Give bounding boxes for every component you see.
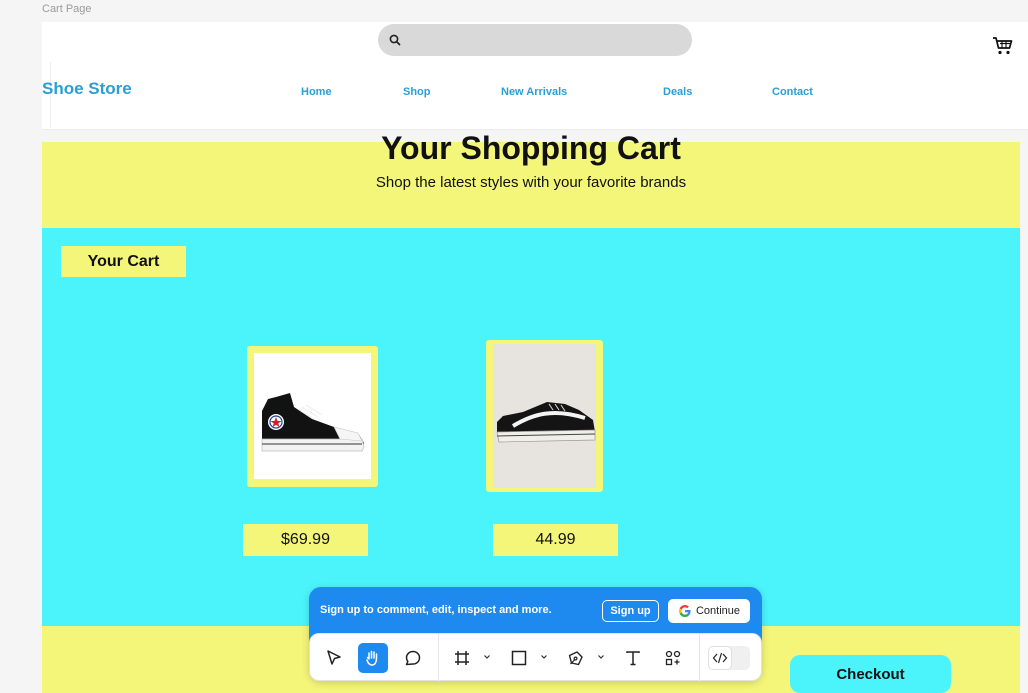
cart-heading: Your Cart: [61, 246, 186, 277]
nav-home[interactable]: Home: [301, 86, 332, 98]
pen-tool[interactable]: [561, 643, 591, 673]
hero-banner: Your Shopping Cart Shop the latest style…: [42, 130, 1020, 228]
text-tool[interactable]: [618, 643, 648, 673]
search-input[interactable]: [378, 24, 692, 56]
continue-label: Continue: [695, 605, 741, 617]
comment-icon: [405, 650, 421, 666]
comment-tool[interactable]: [398, 643, 428, 673]
frame-tool[interactable]: [447, 643, 477, 673]
nav-new-arrivals[interactable]: New Arrivals: [501, 86, 567, 98]
frame-label: Cart Page: [42, 3, 92, 15]
page-title: Your Shopping Cart: [381, 130, 681, 166]
rectangle-tool[interactable]: [504, 643, 534, 673]
tool-bar: [309, 633, 762, 682]
chevron-down-icon[interactable]: [540, 653, 548, 661]
nav-contact[interactable]: Contact: [772, 86, 813, 98]
components-icon: [665, 650, 681, 666]
item-price: $69.99: [243, 524, 368, 556]
brand-logo[interactable]: Shoe Store: [42, 79, 132, 99]
google-continue-button[interactable]: Continue: [668, 599, 750, 623]
google-icon: [678, 605, 691, 617]
dev-mode-toggle[interactable]: [708, 646, 750, 670]
divider: [438, 634, 439, 682]
components-tool[interactable]: [658, 643, 688, 673]
viewer-toolbar: Sign up to comment, edit, inspect and mo…: [309, 587, 762, 682]
checkout-button[interactable]: Checkout: [790, 655, 951, 693]
frame-icon: [455, 651, 469, 665]
item-price: 44.99: [493, 524, 618, 556]
hand-icon: [366, 650, 378, 666]
hand-tool[interactable]: [358, 643, 388, 673]
move-icon: [327, 650, 341, 665]
signup-button[interactable]: Sign up: [602, 600, 659, 622]
move-tool[interactable]: [319, 643, 349, 673]
signup-prompt: Sign up to comment, edit, inspect and mo…: [320, 604, 552, 616]
nav-shop[interactable]: Shop: [403, 86, 431, 98]
page-subtitle: Shop the latest styles with your favorit…: [375, 174, 687, 191]
chevron-down-icon[interactable]: [597, 653, 605, 661]
nav-deals[interactable]: Deals: [663, 86, 692, 98]
cart-icon[interactable]: [992, 36, 1014, 56]
product-card[interactable]: [247, 346, 378, 487]
toggle-knob: [708, 646, 732, 670]
code-icon: [712, 652, 728, 664]
text-icon: [626, 651, 640, 666]
chevron-down-icon[interactable]: [483, 653, 491, 661]
rectangle-icon: [511, 650, 527, 666]
cart-section: Your Cart $69.99 44.99: [42, 228, 1020, 626]
search-icon: [389, 34, 401, 46]
site-header: Shoe Store Home Shop New Arrivals Deals …: [42, 22, 1028, 130]
product-card[interactable]: [486, 340, 603, 492]
pen-icon: [568, 651, 583, 666]
divider: [699, 634, 700, 682]
black-low-top-skate-shoe-image: [493, 344, 596, 488]
black-high-top-sneaker-image: [254, 353, 371, 479]
